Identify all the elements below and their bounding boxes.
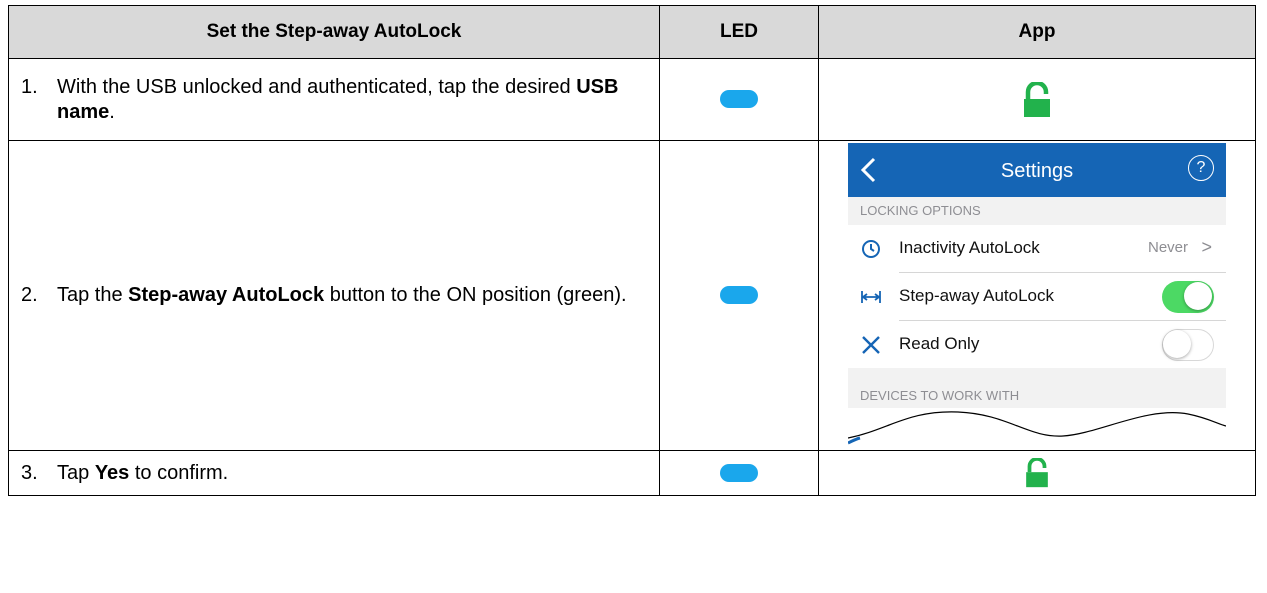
step-number: 1.: [21, 75, 38, 98]
section-label: DEVICES TO WORK WITH: [860, 388, 1020, 403]
step-number: 2.: [21, 284, 38, 306]
table-row: 1. With the USB unlocked and authenticat…: [8, 58, 1256, 141]
chevron-right-icon: >: [1201, 237, 1212, 257]
toggle-knob: [1184, 282, 1212, 310]
step-text: Tap Yes to confirm.: [57, 461, 229, 484]
toggle-knob: [1163, 330, 1191, 358]
step-cell: 1. With the USB unlocked and authenticat…: [8, 58, 660, 141]
row-label: Inactivity AutoLock: [899, 238, 1040, 257]
distance-arrows-icon: [861, 291, 881, 303]
blue-led-indicator: [720, 463, 758, 482]
app-cell: Settings ? LOCKING OPTIONS Inactivity Au…: [818, 140, 1256, 451]
led-cell: [659, 450, 819, 496]
clock-icon: [862, 240, 880, 258]
read-only-toggle[interactable]: [1162, 329, 1214, 361]
instructions-table: Set the Step-away AutoLock LED App 1. Wi…: [8, 5, 1256, 496]
step-away-toggle[interactable]: [1162, 281, 1214, 313]
blue-led-indicator: [720, 90, 758, 109]
step-number: 3.: [21, 461, 38, 484]
led-cell: [659, 58, 819, 141]
app-cell: [818, 450, 1256, 496]
read-only-row: Read Only: [848, 321, 1226, 368]
row-value: Never: [1147, 239, 1188, 256]
step-away-autolock-row: Step-away AutoLock: [848, 273, 1226, 320]
app-column-header: App: [818, 5, 1256, 59]
row-label: Step-away AutoLock: [899, 286, 1054, 305]
blue-led-indicator: [720, 286, 758, 305]
settings-header: Settings ?: [848, 143, 1226, 197]
step-column-header: Set the Step-away AutoLock: [8, 5, 660, 59]
step-cell: 2. Tap the Step-away AutoLock button to …: [8, 140, 660, 451]
step-cell: 3. Tap Yes to confirm.: [8, 450, 660, 496]
bold-term: Yes: [94, 461, 130, 484]
settings-title: Settings: [1000, 160, 1074, 182]
help-icon[interactable]: ?: [1188, 155, 1214, 181]
unlocked-padlock-icon: [1026, 458, 1048, 488]
table-row: 2. Tap the Step-away AutoLock button to …: [8, 140, 1256, 451]
led-column-header: LED: [659, 5, 819, 59]
inactivity-autolock-row[interactable]: Inactivity AutoLock Never >: [848, 225, 1226, 272]
settings-screenshot: Settings ? LOCKING OPTIONS Inactivity Au…: [848, 143, 1226, 449]
devices-section: DEVICES TO WORK WITH: [848, 368, 1226, 408]
unlocked-padlock-icon: [1024, 81, 1050, 117]
table-header-row: Set the Step-away AutoLock LED App: [8, 5, 1256, 59]
locking-options-section: LOCKING OPTIONS: [848, 197, 1226, 225]
bold-term: Step-away AutoLock: [128, 284, 325, 306]
step-text: Tap the Step-away AutoLock button to the…: [57, 284, 627, 306]
step-text: With the USB unlocked and authenticated,…: [57, 75, 619, 123]
led-cell: [659, 140, 819, 451]
torn-edge-icon: [848, 411, 1226, 449]
row-label: Read Only: [899, 334, 980, 353]
pencil-cross-icon: [862, 336, 880, 354]
table-row: 3. Tap Yes to confirm.: [8, 450, 1256, 496]
app-cell: [818, 58, 1256, 141]
section-label: LOCKING OPTIONS: [860, 203, 981, 218]
